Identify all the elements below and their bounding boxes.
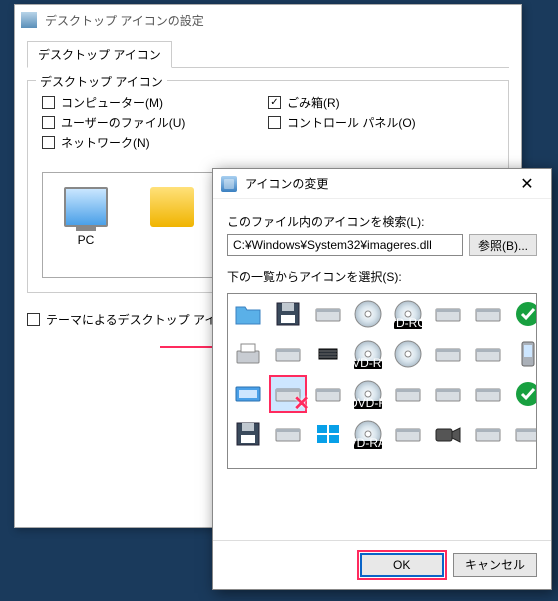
phone-icon[interactable] [510, 336, 537, 372]
check-green-icon[interactable] [510, 296, 537, 332]
cancel-button[interactable]: キャンセル [453, 553, 537, 577]
drive-error-icon[interactable]: ✕ [270, 376, 306, 412]
drive-icon[interactable] [270, 416, 306, 452]
drive-icon[interactable] [310, 296, 346, 332]
checkbox-icon [27, 313, 40, 326]
preview-label: PC [43, 233, 129, 248]
folder-icon [150, 187, 194, 227]
disc-icon[interactable] [390, 336, 426, 372]
child-titlebar: アイコンの変更 ✕ [213, 169, 551, 199]
list-label: 下の一覧からアイコンを選択(S): [227, 268, 537, 285]
child-body: このファイル内のアイコンを検索(L): 参照(B)... 下の一覧からアイコンを… [213, 199, 551, 540]
pc-icon [64, 187, 108, 227]
close-button[interactable]: ✕ [511, 174, 543, 194]
drive-icon[interactable] [390, 416, 426, 452]
path-input[interactable] [227, 234, 463, 256]
windows-icon[interactable] [310, 416, 346, 452]
checkbox-icon [268, 116, 281, 129]
checkbox-label: コンピューター(M) [61, 94, 163, 111]
checkbox-label: ごみ箱(R) [287, 94, 340, 111]
tab-bar: デスクトップ アイコン [27, 41, 509, 68]
svg-text:DVD-ROM: DVD-ROM [393, 316, 423, 329]
preview-item[interactable] [129, 183, 215, 263]
checkbox-label: ネットワーク(N) [61, 134, 150, 151]
disc-r-icon[interactable]: DVD-R [350, 376, 386, 412]
preview-item[interactable]: PC [43, 183, 129, 263]
settings-icon [21, 12, 37, 28]
change-icon-icon [221, 176, 237, 192]
checkbox-icon [42, 116, 55, 129]
floppy-icon[interactable] [230, 416, 266, 452]
checkbox-icon [42, 96, 55, 109]
ok-button[interactable]: OK [360, 553, 444, 577]
floppy3-icon[interactable] [270, 296, 306, 332]
svg-text:DVD-RAM: DVD-RAM [353, 436, 383, 449]
checkbox-icon [268, 96, 281, 109]
svg-text:DVD-RW: DVD-RW [353, 356, 383, 369]
checkbox-ごみ箱(R)[interactable]: ごみ箱(R) [268, 94, 494, 111]
checkbox-ユーザーのファイル(U)[interactable]: ユーザーのファイル(U) [42, 114, 268, 131]
checkbox-label: ユーザーのファイル(U) [61, 114, 185, 131]
drive-icon[interactable] [430, 376, 466, 412]
drive-blue-icon[interactable] [230, 376, 266, 412]
camcorder-icon[interactable] [430, 416, 466, 452]
drive-icon[interactable] [310, 376, 346, 412]
drive-icon[interactable] [430, 336, 466, 372]
checkbox-ネットワーク(N)[interactable]: ネットワーク(N) [42, 134, 268, 151]
group-title: デスクトップ アイコン [36, 73, 167, 90]
annotation-x-icon: ✕ [293, 394, 310, 414]
disc-ram-icon[interactable]: DVD-RAM [350, 416, 386, 452]
checkbox-コントロール パネル(O)[interactable]: コントロール パネル(O) [268, 114, 494, 131]
checkbox-icon [42, 136, 55, 149]
check-green-icon[interactable] [510, 376, 537, 412]
disc-icon[interactable] [350, 296, 386, 332]
drive-icon[interactable] [270, 336, 306, 372]
checkbox-label: コントロール パネル(O) [287, 114, 416, 131]
drive-icon[interactable] [390, 376, 426, 412]
printer-icon[interactable] [230, 336, 266, 372]
drive-icon[interactable] [470, 336, 506, 372]
change-icon-window: アイコンの変更 ✕ このファイル内のアイコンを検索(L): 参照(B)... 下… [212, 168, 552, 590]
drive-icon[interactable] [430, 296, 466, 332]
drive-icon[interactable] [510, 416, 537, 452]
tab-desktop-icons[interactable]: デスクトップ アイコン [27, 41, 172, 68]
parent-titlebar: デスクトップ アイコンの設定 [15, 5, 521, 35]
browse-button[interactable]: 参照(B)... [469, 234, 537, 256]
chip-icon[interactable] [310, 336, 346, 372]
icon-list[interactable]: ✕DVD-RWDVD-RDVD-RAMDVD-ROMDVD [227, 293, 537, 469]
disc-rom-icon[interactable]: DVD-ROM [390, 296, 426, 332]
path-label: このファイル内のアイコンを検索(L): [227, 213, 537, 230]
child-button-row: OK キャンセル [213, 540, 551, 590]
folder-icon[interactable] [230, 296, 266, 332]
checkbox-コンピューター(M)[interactable]: コンピューター(M) [42, 94, 268, 111]
child-title-text: アイコンの変更 [245, 175, 511, 192]
drive-icon[interactable] [470, 416, 506, 452]
svg-text:DVD-R: DVD-R [353, 396, 383, 409]
disc-rw-icon[interactable]: DVD-RW [350, 336, 386, 372]
drive-icon[interactable] [470, 376, 506, 412]
parent-title-text: デスクトップ アイコンの設定 [45, 12, 204, 29]
drive-icon[interactable] [470, 296, 506, 332]
